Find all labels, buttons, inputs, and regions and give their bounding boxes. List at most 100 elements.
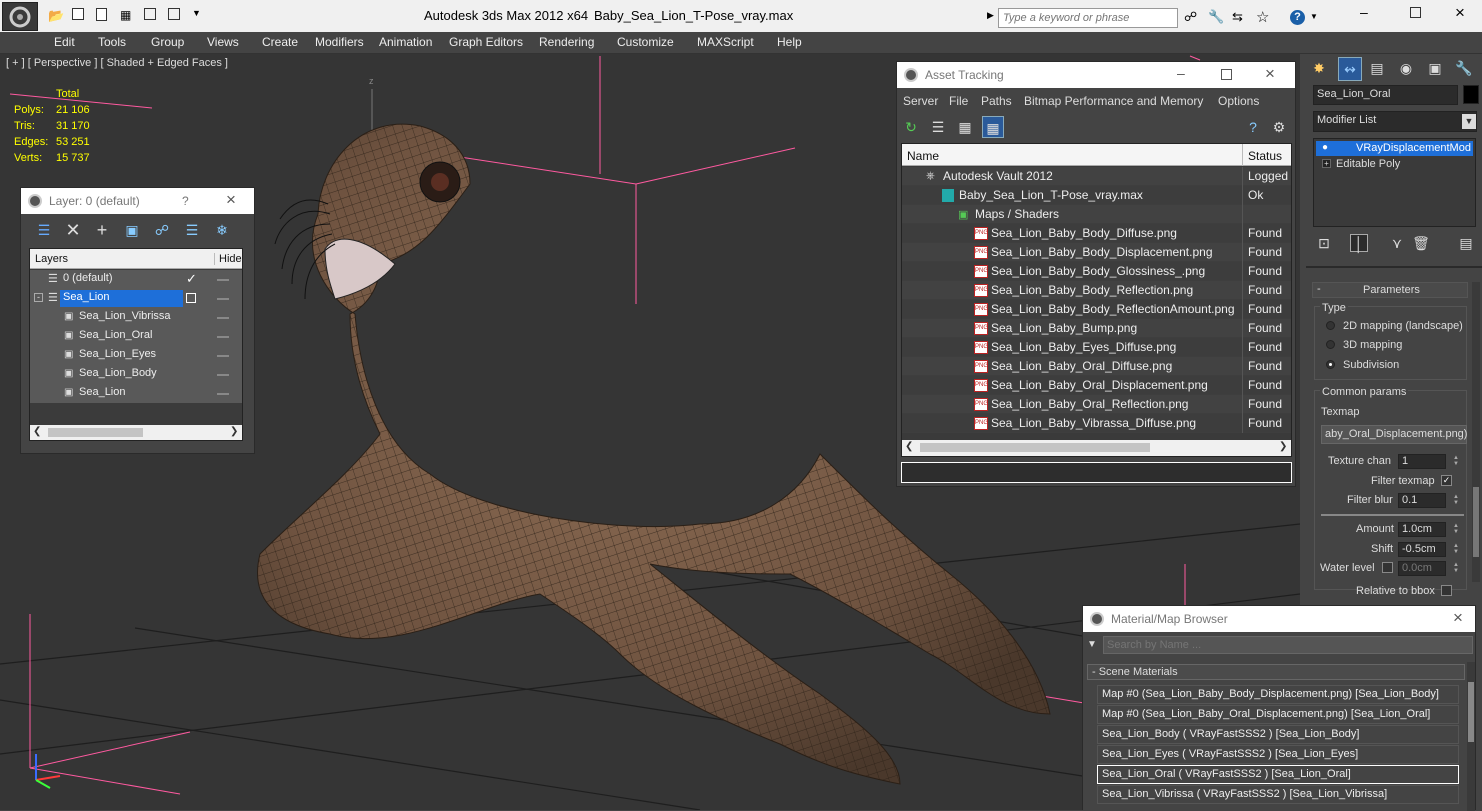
- hide-toggle-icon[interactable]: [217, 355, 229, 357]
- amount-field[interactable]: 1.0cm: [1398, 522, 1446, 537]
- thumbnail-view-icon[interactable]: ▦: [956, 118, 974, 136]
- layer-row-default[interactable]: ☰ 0 (default) ✓: [30, 270, 242, 289]
- asset-row[interactable]: PNG Sea_Lion_Baby_Body_ReflectionAmount.p…: [902, 300, 1291, 319]
- menu-graph-editors[interactable]: Graph Editors: [449, 35, 523, 49]
- layer-object-row[interactable]: ▣ Sea_Lion: [30, 384, 242, 403]
- highlight-layer-icon[interactable]: ☍: [153, 221, 171, 239]
- new-icon[interactable]: [96, 8, 107, 21]
- new-layer-icon[interactable]: ☰: [35, 221, 53, 239]
- hide-toggle-icon[interactable]: [217, 279, 229, 281]
- layer-row-sea-lion[interactable]: - ☰ Sea_Lion: [30, 289, 242, 308]
- minimize-icon[interactable]: –: [1360, 4, 1368, 20]
- scroll-thumb[interactable]: [48, 428, 143, 437]
- menu-file[interactable]: File: [949, 94, 968, 108]
- close-icon[interactable]: ×: [1455, 3, 1465, 23]
- help-dropdown-icon[interactable]: ▼: [1310, 12, 1318, 21]
- water-level-field[interactable]: 0.0cm: [1398, 561, 1446, 576]
- configure-sets-icon[interactable]: ▤: [1457, 234, 1475, 252]
- radio-2d-mapping[interactable]: [1326, 321, 1335, 330]
- motion-tab-icon[interactable]: ◉: [1397, 59, 1415, 77]
- favorites-star-icon[interactable]: ☆: [1256, 8, 1269, 26]
- asset-row[interactable]: PNG Sea_Lion_Baby_Body_Displacement.png Fo…: [902, 243, 1291, 262]
- asset-row[interactable]: PNG Sea_Lion_Baby_Eyes_Diffuse.png Found: [902, 338, 1291, 357]
- stack-item-vray-displacement[interactable]: ● VRayDisplacementMod: [1316, 141, 1473, 156]
- shift-spinner[interactable]: ▲ ▼: [1453, 543, 1461, 556]
- asset-row[interactable]: PNG Sea_Lion_Baby_Bump.png Found: [902, 319, 1291, 338]
- object-color-swatch[interactable]: [1463, 85, 1479, 104]
- options-query-icon[interactable]: ⚙: [1270, 118, 1288, 136]
- help-query-icon[interactable]: ?: [1244, 118, 1262, 136]
- app-logo-icon[interactable]: [2, 2, 38, 31]
- menu-customize[interactable]: Customize: [617, 35, 674, 49]
- redo-icon[interactable]: [168, 8, 180, 20]
- hide-toggle-icon[interactable]: [217, 298, 229, 300]
- scroll-thumb[interactable]: [1468, 682, 1474, 742]
- material-item[interactable]: Sea_Lion_Eyes ( VRayFastSSS2 ) [Sea_Lion…: [1097, 745, 1459, 764]
- layers-hscrollbar[interactable]: ❮ ❯: [30, 425, 242, 440]
- pin-stack-icon[interactable]: ⊡: [1315, 234, 1333, 252]
- hide-toggle-icon[interactable]: [217, 374, 229, 376]
- filter-texmap-checkbox[interactable]: ✓: [1441, 475, 1452, 486]
- menu-bitmap-performance[interactable]: Bitmap Performance and Memory: [1024, 94, 1203, 108]
- texture-chan-field[interactable]: 1: [1398, 454, 1446, 469]
- add-to-layer-icon[interactable]: +: [93, 221, 111, 239]
- scroll-left-icon[interactable]: ❮: [33, 426, 41, 437]
- modifier-list-dropdown[interactable]: Modifier List ▼: [1313, 111, 1477, 132]
- layer-dialog-help[interactable]: ?: [182, 194, 189, 208]
- layer-object-row[interactable]: ▣ Sea_Lion_Oral: [30, 327, 242, 346]
- layer-object-row[interactable]: ▣ Sea_Lion_Vibrissa: [30, 308, 242, 327]
- parameters-rollout[interactable]: - Parameters: [1312, 282, 1468, 298]
- browser-options-icon[interactable]: ▼: [1087, 639, 1097, 650]
- menu-options[interactable]: Options: [1218, 94, 1259, 108]
- menu-maxscript[interactable]: MAXScript: [697, 35, 754, 49]
- material-item[interactable]: Sea_Lion_Oral ( VRayFastSSS2 ) [Sea_Lion…: [1097, 765, 1459, 784]
- menu-help[interactable]: Help: [777, 35, 802, 49]
- asset-row[interactable]: PNG Sea_Lion_Baby_Oral_Displacement.png Fo…: [902, 376, 1291, 395]
- texmap-button[interactable]: aby_Oral_Displacement.png): [1321, 425, 1467, 444]
- scroll-right-icon[interactable]: ❯: [230, 426, 238, 437]
- hide-all-icon[interactable]: ☰: [183, 221, 201, 239]
- menu-paths[interactable]: Paths: [981, 94, 1012, 108]
- asset-row[interactable]: ⎈ Autodesk Vault 2012 Logged: [902, 167, 1291, 186]
- asset-tracking-titlebar[interactable]: Asset Tracking – ×: [897, 62, 1295, 88]
- browser-vscrollbar[interactable]: [1467, 662, 1475, 811]
- modify-tab-icon[interactable]: ↭: [1338, 57, 1362, 81]
- asset-hscrollbar[interactable]: ❮ ❯: [902, 440, 1291, 456]
- asset-path-field[interactable]: [901, 462, 1292, 483]
- help-icon[interactable]: ?: [1290, 10, 1305, 25]
- col-status[interactable]: Status: [1242, 144, 1287, 166]
- maximize-icon[interactable]: [1410, 7, 1421, 18]
- project-icon[interactable]: ▦: [120, 8, 131, 22]
- col-hide[interactable]: Hide: [214, 253, 242, 265]
- maximize-icon[interactable]: [1221, 69, 1232, 80]
- scene-materials-header[interactable]: - Scene Materials: [1087, 664, 1465, 680]
- close-icon[interactable]: ×: [1453, 608, 1463, 628]
- water-level-checkbox[interactable]: [1382, 562, 1393, 573]
- layer-object-row[interactable]: ▣ Sea_Lion_Eyes: [30, 346, 242, 365]
- minimize-icon[interactable]: –: [1177, 65, 1185, 81]
- asset-row[interactable]: ▣ Maps / Shaders: [902, 205, 1291, 224]
- exchange-icon[interactable]: ⇆: [1232, 9, 1243, 25]
- show-end-result-icon[interactable]: │: [1350, 234, 1368, 252]
- save-icon[interactable]: [72, 8, 84, 20]
- filter-blur-spinner[interactable]: ▲ ▼: [1453, 494, 1461, 507]
- close-icon[interactable]: ×: [1265, 64, 1275, 84]
- hide-toggle-icon[interactable]: [217, 393, 229, 395]
- material-item[interactable]: Map #0 (Sea_Lion_Baby_Oral_Displacement.…: [1097, 705, 1459, 724]
- col-layers[interactable]: Layers: [35, 253, 68, 265]
- menu-rendering[interactable]: Rendering: [539, 35, 594, 49]
- col-name[interactable]: Name: [907, 149, 939, 163]
- asset-row[interactable]: PNG Sea_Lion_Baby_Oral_Reflection.png Foun…: [902, 395, 1291, 414]
- layer-dialog-titlebar[interactable]: Layer: 0 (default) ? ×: [21, 188, 254, 214]
- collapse-icon[interactable]: -: [34, 293, 43, 302]
- make-unique-icon[interactable]: ⋎: [1388, 234, 1406, 252]
- menu-edit[interactable]: Edit: [54, 35, 75, 49]
- material-item[interactable]: Map #0 (Sea_Lion_Baby_Body_Displacement.…: [1097, 685, 1459, 704]
- layer-dialog-close-icon[interactable]: ×: [226, 190, 236, 210]
- radio-3d-mapping[interactable]: [1326, 340, 1335, 349]
- asset-row[interactable]: Baby_Sea_Lion_T-Pose_vray.max Ok: [902, 186, 1291, 205]
- panel-vscrollbar[interactable]: [1472, 282, 1480, 582]
- scroll-thumb[interactable]: [1473, 487, 1479, 557]
- delete-layer-icon[interactable]: ✕: [64, 221, 82, 239]
- asset-row[interactable]: PNG Sea_Lion_Baby_Body_Diffuse.png Found: [902, 224, 1291, 243]
